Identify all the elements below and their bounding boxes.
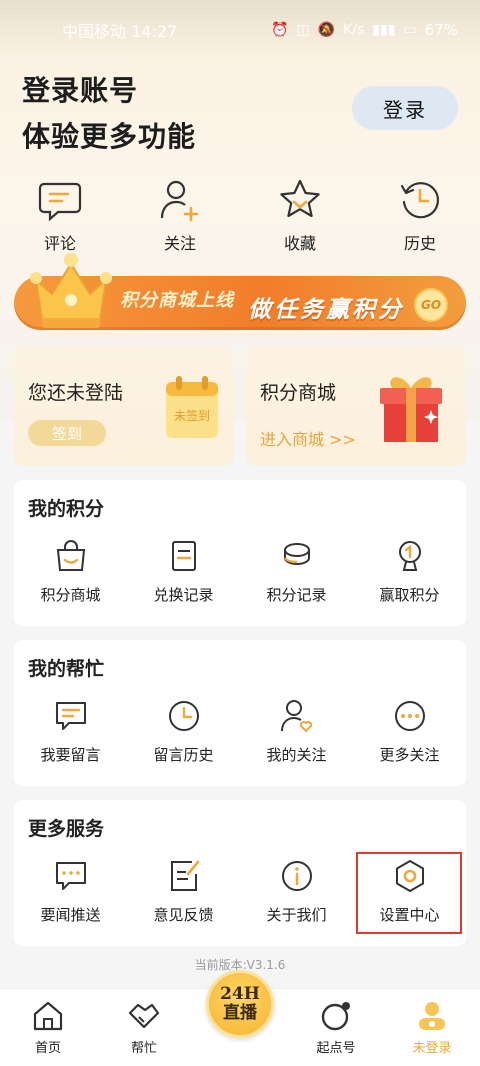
item-exchange-record-label: 兑换记录 bbox=[153, 586, 214, 604]
carrier-time: 中国移动 14:27 bbox=[62, 22, 178, 41]
message-icon bbox=[55, 702, 86, 730]
quick-follow-label: 关注 bbox=[163, 234, 196, 253]
crown-icon bbox=[30, 253, 112, 328]
hero-line-1: 登录账号 bbox=[22, 74, 139, 107]
handshake-icon bbox=[128, 1003, 160, 1029]
section-title-services: 更多服务 bbox=[28, 818, 105, 840]
quick-favorite[interactable]: 收藏 bbox=[240, 178, 360, 254]
alarm-icon: ⏰ bbox=[270, 22, 289, 38]
item-my-follows-label: 我的关注 bbox=[266, 746, 327, 764]
user-heart-icon bbox=[280, 700, 312, 733]
hero-line-2: 体验更多功能 bbox=[22, 120, 197, 153]
circle-dot-icon bbox=[321, 1002, 350, 1031]
document-icon bbox=[171, 541, 196, 571]
network-speed: K/s bbox=[343, 22, 365, 38]
gift-icon bbox=[380, 377, 442, 442]
mute-icon: 🔕 bbox=[317, 22, 336, 38]
signal-icon: ▮▮▮ bbox=[372, 22, 396, 38]
battery-icon: ▭ bbox=[403, 22, 417, 38]
nav-home[interactable]: 首页 bbox=[0, 989, 96, 1066]
chat-dots-icon bbox=[55, 862, 86, 890]
comment-icon bbox=[38, 182, 82, 222]
nav-qidianhao-label: 起点号 bbox=[316, 1041, 356, 1056]
nav-not-logged-in-label: 未登录 bbox=[412, 1041, 452, 1056]
mall-card-title: 积分商城 bbox=[260, 382, 337, 404]
item-points-record[interactable]: 积分记录 bbox=[240, 538, 353, 605]
section-title-points: 我的积分 bbox=[28, 498, 105, 520]
banner-left-text: 积分商城上线 bbox=[120, 290, 234, 311]
trophy-icon bbox=[398, 541, 421, 571]
section-my-help: 我的帮忙 我要留言 留言历史 我的关注 更多关注 bbox=[14, 640, 466, 786]
item-earn-points[interactable]: 赢取积分 bbox=[353, 538, 466, 605]
live-24h-button[interactable]: 24H 直播 bbox=[206, 970, 274, 1038]
mall-card[interactable]: 积分商城 进入商城 >> bbox=[246, 346, 466, 466]
nav-home-label: 首页 bbox=[34, 1041, 61, 1056]
item-my-follows[interactable]: 我的关注 bbox=[240, 698, 353, 765]
nav-not-logged-in[interactable]: 未登录 bbox=[384, 989, 480, 1066]
nav-qidianhao[interactable]: 起点号 bbox=[288, 989, 384, 1066]
live-line-2: 直播 bbox=[223, 1003, 257, 1023]
quick-history-label: 历史 bbox=[403, 234, 436, 253]
quick-follow[interactable]: 关注 bbox=[120, 178, 240, 254]
calendar-text: 未签到 bbox=[174, 408, 210, 423]
info-icon bbox=[281, 861, 312, 891]
history-icon bbox=[400, 182, 439, 219]
login-prompt: 登录账号 体验更多功能 bbox=[22, 68, 196, 160]
item-about-us[interactable]: 关于我们 bbox=[240, 858, 353, 925]
section-title-help: 我的帮忙 bbox=[28, 658, 105, 680]
item-exchange-record[interactable]: 兑换记录 bbox=[127, 538, 240, 605]
item-message-history[interactable]: 留言历史 bbox=[127, 698, 240, 765]
item-more-follows[interactable]: 更多关注 bbox=[353, 698, 466, 765]
status-bar: 中国移动 14:27 ⏰ ◫ 🔕 K/s ▮▮▮ ▭ 67% bbox=[0, 0, 480, 60]
feedback-edit-icon bbox=[170, 860, 199, 891]
signin-card-title: 您还未登陆 bbox=[28, 382, 124, 404]
item-feedback-label: 意见反馈 bbox=[153, 906, 214, 924]
enter-mall-link[interactable]: 进入商城 >> bbox=[260, 426, 356, 450]
status-icons: ⏰ ◫ 🔕 K/s ▮▮▮ ▭ 67% bbox=[271, 21, 458, 39]
quick-history[interactable]: 历史 bbox=[360, 178, 480, 254]
avatar-icon bbox=[419, 1002, 445, 1030]
login-button[interactable]: 登录 bbox=[352, 86, 458, 130]
clock-icon bbox=[168, 701, 199, 731]
section-more-services: 更多服务 要闻推送 意见反馈 关于我们 设置中心 bbox=[14, 800, 466, 946]
item-points-record-label: 积分记录 bbox=[266, 586, 327, 604]
item-more-follows-label: 更多关注 bbox=[379, 746, 440, 764]
item-message-history-label: 留言历史 bbox=[153, 746, 214, 764]
signin-card[interactable]: 您还未登陆 签到 未签到 bbox=[14, 346, 234, 466]
calendar-icon: 未签到 bbox=[166, 376, 218, 438]
settings-highlight-box bbox=[356, 852, 462, 934]
section-my-points: 我的积分 积分商城 兑换记录 积分记录 赢取积分 bbox=[14, 480, 466, 626]
more-dots-icon bbox=[394, 701, 425, 731]
home-icon bbox=[33, 1001, 63, 1031]
nav-help-label: 帮忙 bbox=[130, 1041, 157, 1056]
banner-go-button[interactable]: GO bbox=[414, 288, 448, 322]
item-leave-message-label: 我要留言 bbox=[40, 746, 101, 764]
star-icon bbox=[280, 179, 320, 218]
item-earn-points-label: 赢取积分 bbox=[379, 586, 440, 604]
item-leave-message[interactable]: 我要留言 bbox=[14, 698, 127, 765]
shopping-bag-icon bbox=[56, 540, 85, 571]
coins-icon bbox=[283, 543, 310, 566]
vibrate-icon: ◫ bbox=[296, 22, 310, 38]
quick-favorite-label: 收藏 bbox=[283, 234, 316, 253]
live-line-1: 24H bbox=[220, 984, 260, 1004]
item-news-push-label: 要闻推送 bbox=[40, 906, 101, 924]
signin-button[interactable]: 签到 bbox=[28, 420, 106, 446]
item-points-mall-label: 积分商城 bbox=[40, 586, 101, 604]
item-feedback[interactable]: 意见反馈 bbox=[127, 858, 240, 925]
banner-right-text: 做任务赢积分 bbox=[248, 297, 404, 323]
item-points-mall[interactable]: 积分商城 bbox=[14, 538, 127, 605]
battery-percent: 67% bbox=[424, 21, 458, 39]
item-news-push[interactable]: 要闻推送 bbox=[14, 858, 127, 925]
item-about-us-label: 关于我们 bbox=[266, 906, 327, 924]
follow-user-icon bbox=[160, 180, 199, 222]
nav-help[interactable]: 帮忙 bbox=[96, 989, 192, 1066]
